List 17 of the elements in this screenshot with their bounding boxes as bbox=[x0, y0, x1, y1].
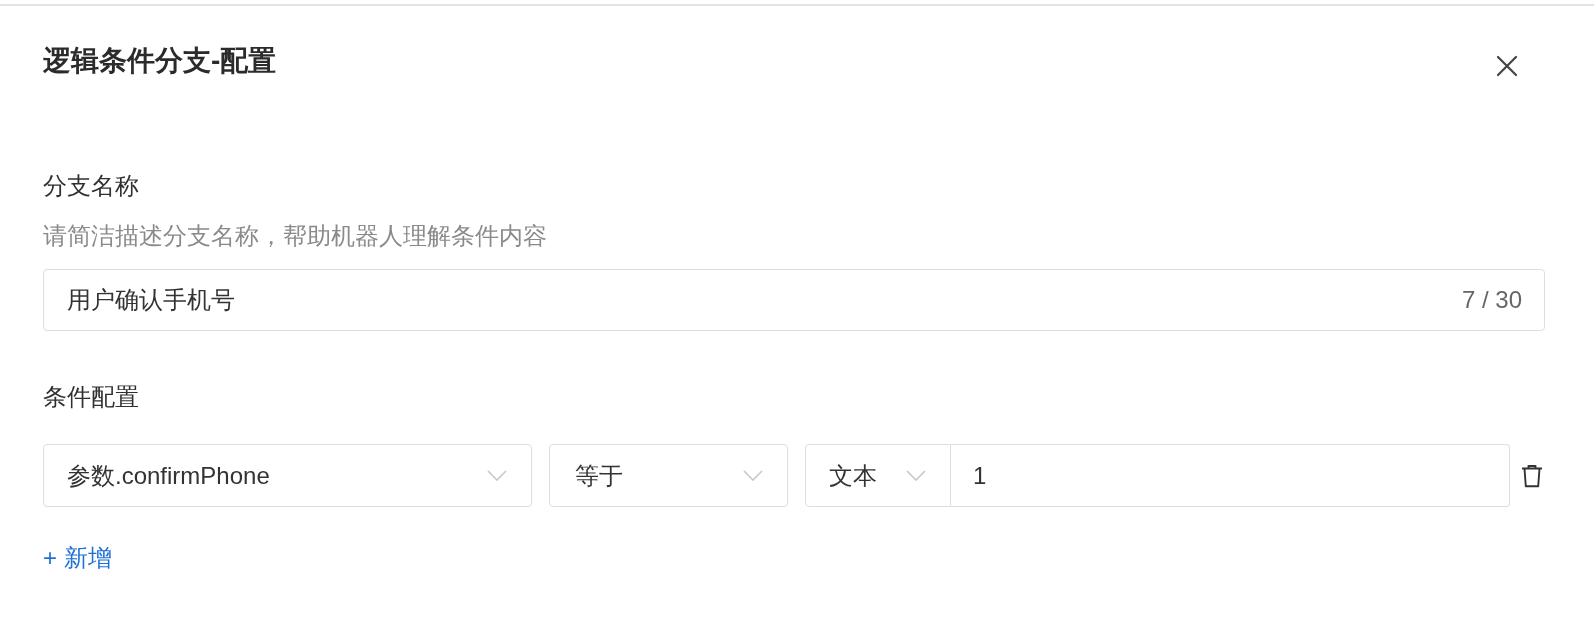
section-label: 条件配置 bbox=[43, 382, 140, 412]
chevron-down-icon bbox=[906, 470, 926, 481]
value-input[interactable]: 1 bbox=[951, 444, 1510, 507]
delete-button[interactable] bbox=[1521, 463, 1543, 488]
field-label: 分支名称 bbox=[43, 171, 140, 201]
character-counter: 7 / 30 bbox=[1461, 285, 1522, 315]
operator-select[interactable]: 等于 bbox=[549, 444, 788, 507]
chevron-down-icon bbox=[487, 470, 507, 481]
trash-icon bbox=[1521, 463, 1543, 488]
close-icon bbox=[1496, 55, 1518, 77]
close-button[interactable] bbox=[1496, 55, 1518, 77]
field-description: 请简洁描述分支名称，帮助机器人理解条件内容 bbox=[43, 221, 548, 251]
dialog-title: 逻辑条件分支-配置 bbox=[43, 44, 277, 78]
chevron-down-icon bbox=[743, 470, 763, 481]
parameter-select[interactable]: 参数.confirmPhone bbox=[43, 444, 532, 507]
value-type-select[interactable]: 文本 bbox=[805, 444, 951, 507]
add-condition-button[interactable]: + 新增 bbox=[43, 542, 112, 574]
